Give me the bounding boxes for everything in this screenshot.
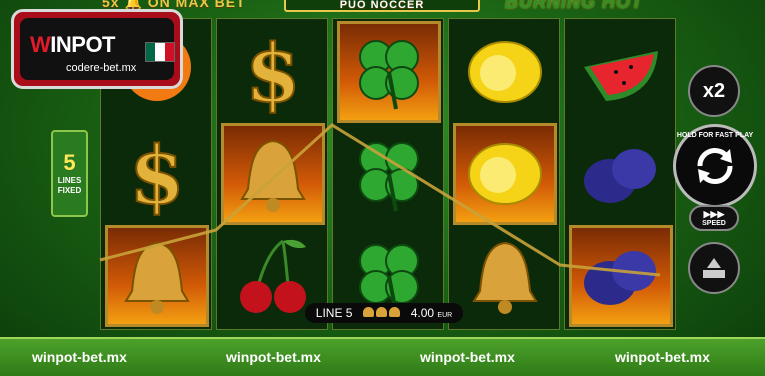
- dollar-icon: $: [128, 129, 186, 219]
- game-title: BURNING HOT: [505, 0, 643, 12]
- plum-icon: [584, 251, 656, 305]
- cherries-icon: [240, 239, 306, 313]
- fixed-label: FIXED: [57, 186, 82, 195]
- symbol-bell-win: [221, 123, 325, 225]
- bell-icon: [472, 241, 538, 314]
- symbol-clover: [337, 123, 441, 225]
- lemon-icon: [468, 41, 542, 103]
- symbol-plum: [569, 123, 673, 225]
- win-line-label: LINE 5: [315, 306, 353, 320]
- logo-brand: WINPOT: [30, 32, 115, 57]
- symbol-lemon-win: [453, 123, 557, 225]
- logo-domain: codere-bet.mx: [66, 62, 137, 74]
- symbol-watermelon: [569, 21, 673, 123]
- symbol-bell-win: [105, 225, 209, 327]
- symbol-bell: [453, 225, 557, 327]
- symbol-lemon: [453, 21, 557, 123]
- lemon-icon: [468, 143, 542, 205]
- footer-link[interactable]: winpot-bet.mx: [226, 349, 321, 365]
- footer-banner: winpot-bet.mx winpot-bet.mx winpot-bet.m…: [0, 337, 765, 376]
- symbol-plum-win: [569, 225, 673, 327]
- reel-2: $: [216, 18, 328, 330]
- bell-icons: [362, 306, 401, 320]
- speed-button[interactable]: ▶▶▶ SPEED: [689, 205, 739, 231]
- autoplay-icon: [703, 258, 725, 278]
- svg-text:$: $: [245, 27, 301, 117]
- clover-icon: [359, 142, 419, 212]
- bell-icon: [240, 139, 306, 212]
- clover-icon: [359, 40, 419, 110]
- symbol-clover-win: [337, 21, 441, 123]
- win-amount: 4.00 EUR: [410, 306, 453, 320]
- reel-3: [332, 18, 444, 330]
- svg-text:$: $: [129, 129, 185, 219]
- dollar-icon: $: [244, 27, 302, 117]
- footer-link[interactable]: winpot-bet.mx: [420, 349, 515, 365]
- top-center-panel: PUO NOCCER: [284, 0, 480, 12]
- fast-forward-icon: ▶▶▶: [703, 209, 725, 219]
- lines-count: 5: [63, 150, 76, 175]
- win-info-bar: LINE 5 4.00 EUR: [305, 303, 463, 323]
- multiplier-button[interactable]: x2: [688, 65, 740, 117]
- lines-label: LINES: [57, 176, 82, 185]
- symbol-dollar: $: [105, 123, 209, 225]
- mexico-flag-icon: [145, 42, 175, 62]
- reel-5: [564, 18, 676, 330]
- spin-button[interactable]: HOLD FOR FAST PLAY: [673, 124, 757, 208]
- footer-link[interactable]: winpot-bet.mx: [615, 349, 710, 365]
- speed-label: SPEED: [702, 220, 726, 227]
- autoplay-button[interactable]: [688, 242, 740, 294]
- refresh-icon: [697, 147, 733, 185]
- plum-icon: [584, 149, 656, 203]
- footer-link[interactable]: winpot-bet.mx: [32, 349, 127, 365]
- spin-hint: HOLD FOR FAST PLAY: [676, 132, 754, 139]
- watermelon-icon: [584, 51, 658, 101]
- symbol-dollar: $: [221, 21, 325, 123]
- lines-fixed-badge: 5 LINES FIXED: [51, 130, 88, 217]
- bell-icon: [124, 241, 190, 314]
- reel-4: [448, 18, 560, 330]
- winpot-logo: WINPOT codere-bet.mx: [11, 9, 183, 89]
